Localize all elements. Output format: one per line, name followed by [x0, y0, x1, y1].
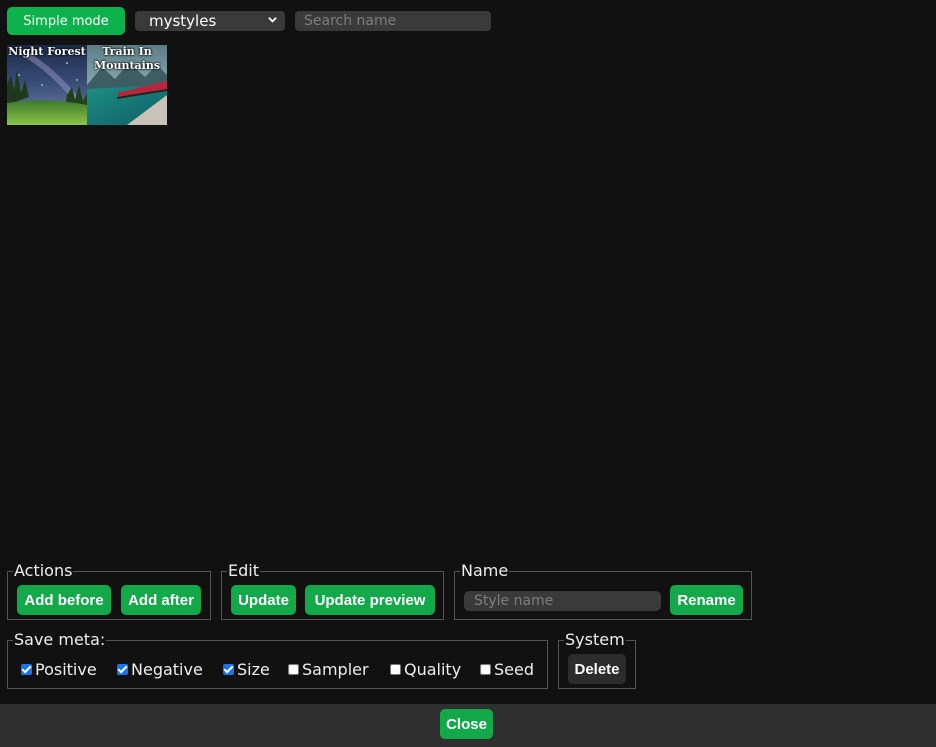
- actions-legend: Actions: [13, 561, 74, 580]
- checkbox-label: Negative: [131, 660, 203, 679]
- style-name-input[interactable]: [464, 591, 661, 611]
- simple-mode-button[interactable]: Simple mode: [7, 7, 125, 35]
- save-meta-size-checkbox[interactable]: Size: [223, 660, 270, 679]
- checkbox-label: Positive: [35, 660, 97, 679]
- update-preview-button[interactable]: Update preview: [305, 585, 435, 615]
- save-meta-legend: Save meta:: [13, 630, 107, 649]
- save-meta-sampler-checkbox[interactable]: Sampler: [288, 660, 369, 679]
- checkbox-checked-icon[interactable]: [117, 664, 128, 675]
- thumbnail-caption: Train In Mountains: [93, 45, 161, 72]
- add-after-button[interactable]: Add after: [121, 585, 201, 615]
- actions-group: Actions Add before Add after: [7, 562, 211, 620]
- style-set-select-value: mystyles: [149, 12, 217, 30]
- close-button[interactable]: Close: [440, 709, 493, 739]
- update-button[interactable]: Update: [231, 585, 296, 615]
- checkbox-label: Size: [237, 660, 270, 679]
- search-name-input[interactable]: [295, 11, 491, 31]
- checkbox-unchecked-icon[interactable]: [288, 664, 299, 675]
- checkbox-label: Quality: [404, 660, 462, 679]
- save-meta-group: Save meta: Positive Negative Size Sample…: [7, 631, 548, 689]
- system-legend: System: [564, 630, 626, 649]
- name-legend: Name: [460, 561, 510, 580]
- checkbox-label: Seed: [494, 660, 534, 679]
- edit-group: Edit Update Update preview: [221, 562, 444, 620]
- checkbox-unchecked-icon[interactable]: [480, 664, 491, 675]
- edit-legend: Edit: [227, 561, 260, 580]
- rename-button[interactable]: Rename: [670, 585, 743, 615]
- save-meta-quality-checkbox[interactable]: Quality: [390, 660, 461, 679]
- name-group: Name Rename: [454, 562, 752, 620]
- system-group: System Delete: [558, 631, 636, 689]
- checkbox-checked-icon[interactable]: [223, 664, 234, 675]
- save-meta-negative-checkbox[interactable]: Negative: [117, 660, 203, 679]
- thumbnail-caption: Night Forest: [8, 45, 86, 58]
- checkbox-label: Sampler: [302, 660, 369, 679]
- checkbox-checked-icon[interactable]: [21, 664, 32, 675]
- chevron-down-icon: [268, 17, 277, 23]
- add-before-button[interactable]: Add before: [17, 585, 111, 615]
- style-thumbnail-train-in-mountains[interactable]: Train In Mountains: [87, 45, 167, 125]
- style-set-select[interactable]: mystyles: [135, 11, 285, 31]
- save-meta-positive-checkbox[interactable]: Positive: [21, 660, 97, 679]
- style-thumbnail-night-forest[interactable]: Night Forest: [7, 45, 87, 125]
- delete-button[interactable]: Delete: [568, 654, 626, 684]
- save-meta-seed-checkbox[interactable]: Seed: [480, 660, 534, 679]
- footer-bar: Close: [0, 704, 936, 747]
- checkbox-unchecked-icon[interactable]: [390, 664, 401, 675]
